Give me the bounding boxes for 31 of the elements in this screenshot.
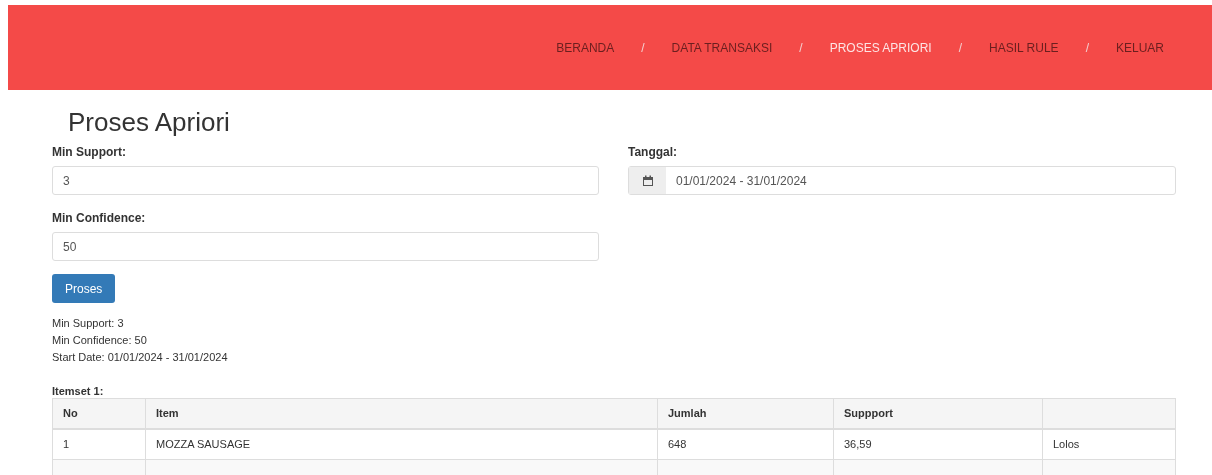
table-cell-text: Lolos <box>1053 437 1080 453</box>
min-confidence-field[interactable]: 50 <box>52 232 599 261</box>
column-header: Suppport <box>844 406 893 422</box>
page-title: Proses Apriori <box>68 106 231 138</box>
calendar-icon <box>641 174 654 187</box>
table-cell-text: 36,59 <box>844 437 872 453</box>
table-cell-text: 648 <box>668 437 687 453</box>
summary-line: Start Date: 01/01/2024 - 31/01/2024 <box>52 350 229 365</box>
field-label: Min Confidence: <box>52 210 147 226</box>
table-cell-text: MOZZA SAUSAGE <box>156 437 251 453</box>
nav-separator: / <box>1085 39 1089 57</box>
column-header: Item <box>156 406 179 422</box>
date-range-field[interactable]: 01/01/2024 - 31/01/2024 <box>628 166 1176 195</box>
column-header: Jumlah <box>668 406 707 422</box>
nav-separator: / <box>799 39 803 57</box>
table-cell-text: 1 <box>63 437 70 453</box>
summary-line: Min Support: 3 <box>52 316 125 331</box>
nav-link[interactable]: KELUAR <box>1115 38 1164 57</box>
column-header: No <box>63 406 78 422</box>
nav-link[interactable]: DATA TRANSAKSI <box>671 38 773 57</box>
proses-button[interactable]: Proses <box>52 274 116 303</box>
field-label: Tanggal: <box>628 144 679 160</box>
nav-link[interactable]: PROSES APRIORI <box>829 38 932 57</box>
nav-separator: / <box>641 39 645 57</box>
itemset-label: Itemset 1: <box>52 384 105 398</box>
nav-separator: / <box>958 39 963 57</box>
min-support-field[interactable]: 3 <box>52 166 599 195</box>
field-label: Min Support: <box>52 144 127 160</box>
nav-link[interactable]: BERANDA <box>556 38 615 57</box>
nav-link[interactable]: HASIL RULE <box>989 38 1059 57</box>
summary-line: Min Confidence: 50 <box>52 333 148 348</box>
